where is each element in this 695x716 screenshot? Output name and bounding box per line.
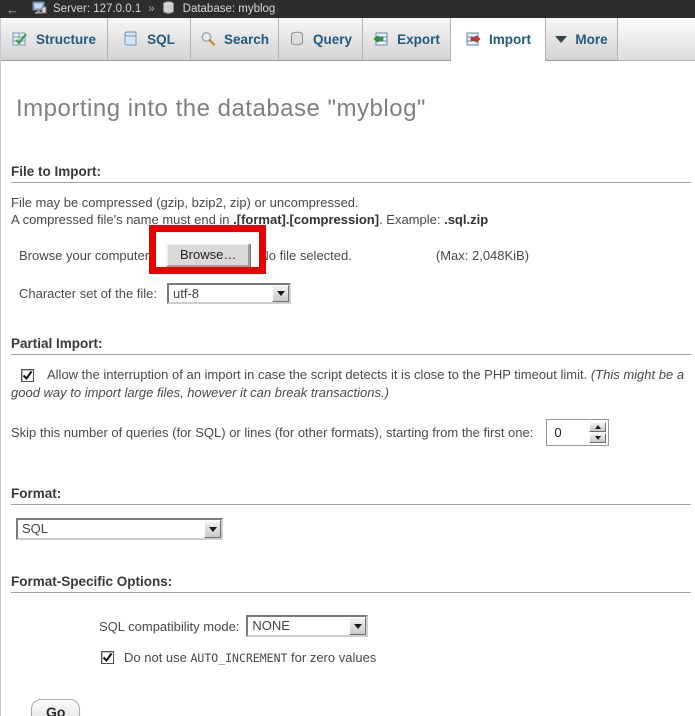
page-title: Importing into the database "myblog" (16, 95, 695, 123)
tab-sql[interactable]: SQL (108, 18, 191, 61)
compression-line2-mid: . Example: (379, 212, 444, 227)
stepper-buttons (589, 422, 606, 443)
allow-interrupt-label: Allow the interruption of an import in c… (47, 367, 591, 382)
import-icon (465, 31, 481, 47)
checkmark-icon (102, 652, 113, 663)
tab-export[interactable]: Export (363, 18, 451, 61)
browse-button[interactable]: Browse… (166, 243, 250, 267)
section-title: Format-Specific Options: (11, 574, 172, 589)
compression-note: File may be compressed (gzip, bzip2, zip… (11, 194, 687, 228)
section-file-to-import: File to Import: (11, 164, 691, 183)
skip-queries-value: 0 (549, 422, 589, 443)
autoincrement-row: Do not use AUTO_INCREMENT for zero value… (101, 650, 695, 665)
allow-interrupt-checkbox[interactable] (21, 369, 34, 382)
section-title: Format: (11, 486, 61, 501)
browse-label: Browse your computer: (19, 248, 166, 263)
browse-row: Browse your computer: Browse… No file se… (19, 243, 695, 267)
section-partial-import: Partial Import: (11, 336, 691, 355)
sql-compat-select[interactable]: NONE (246, 615, 368, 637)
section-format: Format: (11, 486, 691, 505)
phpmyadmin-import-page: ← Server: 127.0.0.1 » Database: myblog S… (0, 0, 695, 716)
stepper-up-button[interactable] (589, 422, 606, 432)
sql-icon (123, 31, 139, 47)
format-compression-pattern: .[format].[compression] (233, 212, 379, 227)
charset-row: Character set of the file: utf-8 (19, 283, 695, 304)
autoinc-suffix: for zero values (287, 650, 376, 665)
autoincrement-label: Do not use AUTO_INCREMENT for zero value… (124, 650, 376, 665)
tab-label: Export (397, 32, 440, 47)
search-icon (200, 31, 216, 47)
autoincrement-checkbox[interactable] (101, 651, 114, 664)
caret-down-icon (595, 436, 601, 440)
structure-icon (12, 31, 28, 47)
tab-label: Query (313, 32, 352, 47)
tab-bar-filler (618, 18, 695, 61)
caret-up-icon (595, 425, 601, 429)
caret-down-icon (209, 527, 217, 532)
server-icon (32, 1, 48, 17)
checkmark-icon (22, 370, 33, 381)
compression-line2-prefix: A compressed file's name must end in (11, 212, 233, 227)
sql-compat-selected-value: NONE (248, 617, 349, 635)
export-icon (373, 31, 389, 47)
breadcrumb: ← Server: 127.0.0.1 » Database: myblog (0, 0, 695, 18)
sql-compat-label: SQL compatibility mode: (99, 619, 239, 634)
max-size-text: (Max: 2,048KiB) (436, 248, 529, 263)
tab-label: Import (489, 32, 531, 47)
tab-label: More (575, 32, 607, 47)
tab-search[interactable]: Search (191, 18, 279, 61)
section-title: Partial Import: (11, 336, 103, 351)
section-format-specific: Format-Specific Options: (11, 574, 691, 593)
autoinc-code: AUTO_INCREMENT (191, 651, 288, 665)
chevron-down-icon (555, 36, 567, 43)
tab-label: SQL (147, 32, 175, 47)
compression-line1: File may be compressed (gzip, bzip2, zip… (11, 195, 359, 210)
tab-query[interactable]: Query (279, 18, 363, 61)
format-selected-value: SQL (18, 520, 204, 538)
autoinc-prefix: Do not use (124, 650, 191, 665)
database-icon (162, 1, 178, 17)
breadcrumb-database[interactable]: Database: myblog (183, 3, 276, 15)
stepper-down-button[interactable] (589, 433, 606, 443)
section-title: File to Import: (11, 164, 101, 179)
charset-select[interactable]: utf-8 (167, 283, 291, 304)
charset-select-arrow[interactable] (272, 285, 289, 302)
no-file-text: No file selected. (259, 248, 352, 263)
content-area: Structure SQL Search Query (0, 18, 695, 716)
example-extension: .sql.zip (444, 212, 488, 227)
tab-label: Search (224, 32, 269, 47)
tab-import[interactable]: Import (451, 18, 546, 61)
skip-queries-stepper[interactable]: 0 (546, 419, 609, 446)
charset-selected-value: utf-8 (169, 285, 272, 302)
skip-queries-label: Skip this number of queries (for SQL) or… (11, 425, 533, 440)
allow-interrupt-option: Allow the interruption of an import in c… (11, 366, 689, 402)
query-icon (289, 31, 305, 47)
tab-label: Structure (36, 32, 96, 47)
tab-more[interactable]: More (546, 18, 618, 61)
tab-bar: Structure SQL Search Query (1, 18, 695, 61)
format-select[interactable]: SQL (16, 518, 223, 540)
sql-compat-select-arrow[interactable] (349, 617, 366, 635)
sql-compat-row: SQL compatibility mode: NONE (99, 615, 695, 637)
breadcrumb-server[interactable]: Server: 127.0.0.1 (53, 3, 141, 15)
back-arrow-icon[interactable]: ← (6, 2, 19, 17)
format-select-arrow[interactable] (204, 520, 221, 538)
caret-down-icon (354, 624, 362, 629)
skip-queries-row: Skip this number of queries (for SQL) or… (11, 419, 695, 446)
caret-down-icon (277, 291, 285, 296)
breadcrumb-separator: » (148, 3, 154, 15)
tab-structure[interactable]: Structure (1, 18, 108, 61)
charset-label: Character set of the file: (19, 286, 167, 301)
go-button[interactable]: Go (31, 699, 80, 716)
format-row: SQL (16, 518, 695, 540)
